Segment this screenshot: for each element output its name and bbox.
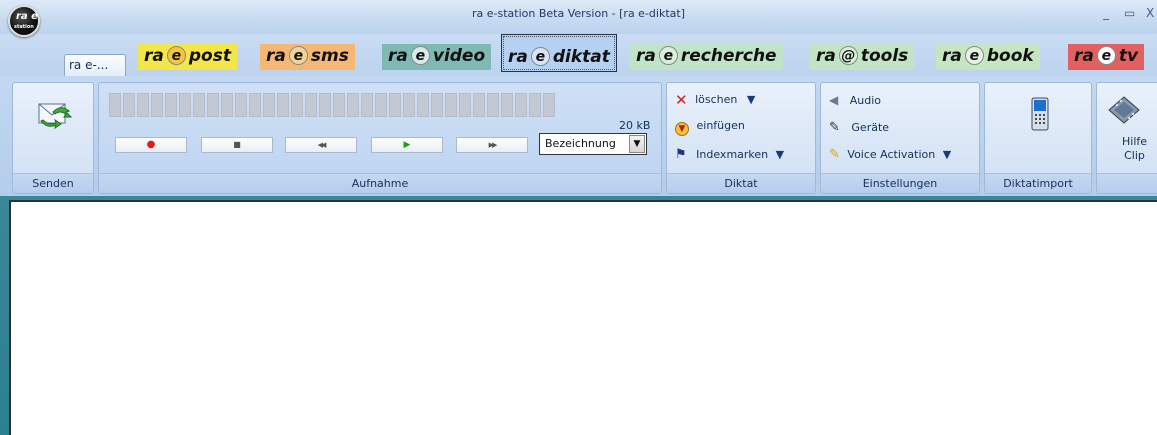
voice-activation-label: Voice Activation: [847, 148, 936, 161]
e-circle-icon: e: [658, 46, 678, 65]
app-logo[interactable]: ra e station: [8, 5, 40, 37]
tab-ra-e-video[interactable]: ra e video: [382, 44, 492, 70]
play-button[interactable]: ▶: [371, 137, 443, 153]
forward-button[interactable]: ▶▶: [456, 137, 528, 153]
microphone-icon: ✎: [829, 120, 840, 135]
tab-ra-e-diktat[interactable]: ra e diktat: [501, 34, 617, 72]
tab-home[interactable]: ra e-...: [64, 54, 126, 76]
record-icon: ●: [146, 139, 156, 150]
einfuegen-label: einfügen: [696, 119, 745, 132]
voice-activation-button[interactable]: ✎ Voice Activation ▼: [829, 147, 951, 162]
group-label-einstellungen: Einstellungen: [821, 173, 979, 193]
delete-x-icon: ✕: [675, 91, 688, 109]
module-tab-row: ra e-... ra e post ra e sms ra e video ra e dikt…: [0, 34, 1157, 76]
group-einstellungen: ◀ Audio ✎ Geräte ✎ Voice Activation ▼ Ei…: [820, 82, 980, 194]
e-circle-icon: e: [166, 46, 186, 65]
clip-label: Clip: [1124, 149, 1145, 162]
group-label-diktat: Diktat: [667, 173, 815, 193]
maximize-button[interactable]: ▭: [1124, 6, 1135, 20]
group-diktat: ✕ löschen ▼ ▼ einfügen ⚑ Indexmarken ▼ D…: [666, 82, 816, 194]
hilfe-label: Hilfe: [1122, 135, 1148, 148]
rewind-icon: ◀◀: [317, 141, 327, 149]
title-bar: ra e station ra e-station Beta Version -…: [0, 0, 1157, 37]
voice-mic-icon: ✎: [829, 147, 840, 162]
tab-label: sms: [310, 46, 349, 66]
tab-prefix: ra: [266, 46, 286, 66]
tab-label: tools: [860, 46, 909, 66]
group-label-hilfe: [1097, 173, 1157, 193]
logo-text-bottom: station: [14, 24, 34, 30]
tab-label: recherche: [680, 46, 777, 66]
tab-ra-e-book[interactable]: ra e book: [936, 44, 1040, 70]
at-circle-icon: @: [838, 46, 858, 65]
tab-label: book: [986, 46, 1034, 66]
send-mail-icon[interactable]: [35, 97, 73, 133]
tab-prefix: ra: [942, 46, 962, 66]
chevron-down-icon: ▼: [942, 148, 952, 161]
record-button[interactable]: ●: [115, 137, 187, 153]
tab-ra-e-tv[interactable]: ra e tv: [1068, 44, 1145, 70]
group-label-aufnahme: Aufnahme: [99, 173, 661, 193]
stop-button[interactable]: ■: [201, 137, 273, 153]
tab-ra-e-recherche[interactable]: ra e recherche: [630, 44, 783, 70]
tab-prefix: ra: [636, 46, 656, 66]
tab-label: post: [188, 46, 231, 66]
loeschen-label: löschen: [695, 93, 738, 106]
e-circle-icon: e: [964, 46, 984, 65]
fast-forward-icon: ▶▶: [488, 141, 498, 149]
minimize-button[interactable]: _: [1103, 6, 1109, 20]
group-label-senden: Senden: [13, 173, 93, 193]
e-circle-icon: e: [1096, 46, 1116, 65]
chevron-down-icon[interactable]: ▼: [629, 135, 645, 153]
bezeichnung-select[interactable]: Bezeichnung ▼: [539, 133, 647, 155]
group-aufnahme: 20 kB ● ■ ◀◀ ▶ ▶▶ Bezeichnung ▼ Aufnahme: [98, 82, 662, 194]
e-circle-icon: e: [288, 46, 308, 65]
rewind-button[interactable]: ◀◀: [285, 137, 357, 153]
geraete-button[interactable]: ✎ Geräte: [829, 120, 889, 135]
audio-button[interactable]: ◀ Audio: [829, 93, 881, 107]
speaker-icon: ◀: [829, 93, 839, 107]
stop-icon: ■: [233, 140, 241, 149]
group-label-diktatimport: Diktatimport: [985, 173, 1091, 193]
tab-label: video: [432, 46, 486, 66]
e-circle-icon: e: [530, 47, 550, 66]
tab-ra-e-tools[interactable]: ra @ tools: [810, 44, 915, 70]
tab-prefix: ra: [388, 46, 408, 66]
geraete-label: Geräte: [851, 121, 890, 134]
play-icon: ▶: [403, 140, 411, 150]
chevron-down-icon: ▼: [775, 148, 785, 161]
level-meter: [109, 93, 555, 117]
logo-text-top: ra e: [16, 11, 38, 22]
flag-icon: ⚑: [675, 147, 687, 162]
select-value: Bezeichnung: [545, 137, 616, 150]
tab-label: tv: [1118, 46, 1139, 66]
tab-label: diktat: [552, 47, 610, 67]
hilfe-clip-button[interactable]: Hilfe Clip: [1122, 135, 1147, 163]
film-clip-icon[interactable]: [1107, 95, 1141, 125]
einfuegen-button[interactable]: ▼ einfügen: [675, 119, 745, 136]
close-button[interactable]: X: [1146, 6, 1154, 20]
group-hilfe: Hilfe Clip: [1096, 82, 1157, 194]
tab-prefix: ra: [144, 46, 164, 66]
tab-ra-e-post[interactable]: ra e post: [138, 44, 237, 70]
tab-prefix: ra: [1074, 46, 1094, 66]
recording-size: 20 kB: [619, 119, 651, 132]
insert-icon: ▼: [675, 122, 689, 136]
loeschen-button[interactable]: ✕ löschen ▼: [675, 91, 755, 109]
e-circle-icon: e: [410, 46, 430, 65]
dictation-content-area[interactable]: [9, 200, 1157, 435]
tab-prefix: ra: [816, 46, 836, 66]
indexmarken-button[interactable]: ⚑ Indexmarken ▼: [675, 147, 784, 162]
mobile-phone-icon[interactable]: [1031, 97, 1049, 131]
tab-prefix: ra: [508, 47, 528, 67]
group-senden: Senden: [12, 82, 94, 194]
tab-ra-e-sms[interactable]: ra e sms: [260, 44, 355, 70]
group-diktatimport: Diktatimport: [984, 82, 1092, 194]
indexmarken-label: Indexmarken: [696, 148, 769, 161]
ribbon: Senden 20 kB ● ■ ◀◀ ▶ ▶▶ Bezeichnung ▼ A…: [0, 76, 1157, 196]
audio-label: Audio: [849, 94, 881, 107]
window-title: ra e-station Beta Version - [ra e-diktat…: [472, 7, 685, 20]
chevron-down-icon: ▼: [746, 93, 756, 106]
